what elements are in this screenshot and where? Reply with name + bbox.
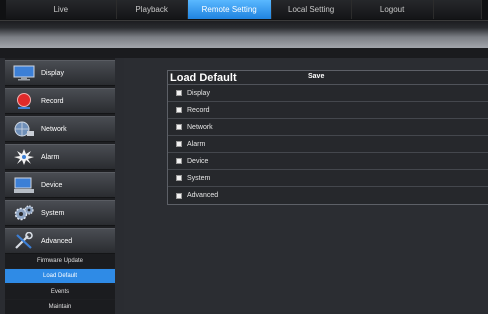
option-label: System <box>187 174 211 182</box>
monitor-icon <box>13 64 35 82</box>
device-icon <box>13 176 35 194</box>
tab-logout-label: Logout <box>379 5 405 14</box>
sidebar-item-label: Record <box>41 97 64 105</box>
advanced-checkbox[interactable] <box>176 192 182 199</box>
option-label: Alarm <box>187 140 206 148</box>
subitem-events[interactable]: Events <box>5 285 115 299</box>
subitem-load-default[interactable]: Load Default <box>5 269 115 283</box>
sidebar-item-label: System <box>41 209 65 217</box>
tab-local-setting-label: Local Setting <box>288 5 335 14</box>
header-divider <box>0 48 488 58</box>
tab-remote-setting-label: Remote Setting <box>201 5 257 14</box>
device-checkbox[interactable] <box>176 158 182 164</box>
subitem-label: Load Default <box>42 273 78 279</box>
option-row-record[interactable]: Record <box>168 102 488 119</box>
sidebar-item-record[interactable]: Record <box>5 88 115 114</box>
sidebar-item-label: Device <box>41 181 63 189</box>
sidebar-item-network[interactable]: Network <box>5 116 115 142</box>
option-label: Display <box>187 89 210 97</box>
sidebar: Display Record Network Alarm Device Syst… <box>5 58 115 314</box>
option-row-display[interactable]: Display <box>168 85 488 102</box>
gears-icon <box>13 204 35 222</box>
sidebar-item-label: Display <box>41 69 64 77</box>
option-row-network[interactable]: Network <box>168 119 488 136</box>
system-checkbox[interactable] <box>176 175 182 181</box>
subitem-label: Maintain <box>48 304 72 310</box>
alarm-checkbox[interactable] <box>176 141 182 147</box>
option-label: Record <box>187 106 210 114</box>
network-checkbox[interactable] <box>176 124 182 130</box>
sidebar-item-label: Advanced <box>41 237 73 245</box>
subitem-label: Events <box>50 289 70 295</box>
tab-remote-setting[interactable]: Remote Setting <box>187 0 272 19</box>
option-label: Advanced <box>187 192 219 199</box>
sidebar-item-device[interactable]: Device <box>5 172 115 198</box>
alarm-icon <box>13 148 35 166</box>
load-default-panel: Load Default Save Display Record Network… <box>167 70 488 205</box>
tab-playback[interactable]: Playback <box>116 0 188 19</box>
page-title: Load Default <box>170 72 237 84</box>
record-checkbox[interactable] <box>176 107 182 113</box>
option-label: Network <box>187 123 213 131</box>
option-row-advanced[interactable]: Advanced <box>168 187 488 204</box>
subitem-firmware-update[interactable]: Firmware Update <box>5 254 115 268</box>
option-row-device[interactable]: Device <box>168 153 488 170</box>
save-button[interactable]: Save <box>308 73 324 80</box>
subitem-label: Firmware Update <box>36 258 83 264</box>
header-band <box>0 21 488 48</box>
option-row-alarm[interactable]: Alarm <box>168 136 488 153</box>
tab-live-label: Live <box>53 5 69 14</box>
top-nav-bar: Live Playback Remote Setting Local Setti… <box>0 0 488 21</box>
sidebar-item-label: Network <box>41 125 67 133</box>
tab-logout[interactable]: Logout <box>351 0 434 19</box>
tools-icon <box>13 232 35 250</box>
sidebar-item-display[interactable]: Display <box>5 60 115 86</box>
panel-header: Load Default Save <box>168 71 488 85</box>
tab-local-setting[interactable]: Local Setting <box>271 0 352 19</box>
display-checkbox[interactable] <box>176 90 182 96</box>
tab-playback-label: Playback <box>135 5 168 14</box>
sidebar-item-advanced[interactable]: Advanced <box>5 228 115 254</box>
sidebar-item-alarm[interactable]: Alarm <box>5 144 115 170</box>
option-row-system[interactable]: System <box>168 170 488 187</box>
network-icon <box>13 120 35 138</box>
option-label: Device <box>187 157 209 165</box>
record-icon <box>13 92 35 110</box>
tab-filler <box>433 0 482 19</box>
sidebar-item-system[interactable]: System <box>5 200 115 226</box>
sidebar-item-label: Alarm <box>41 153 60 161</box>
tab-live[interactable]: Live <box>6 0 117 19</box>
nav-tabs: Live Playback Remote Setting Local Setti… <box>6 0 482 20</box>
